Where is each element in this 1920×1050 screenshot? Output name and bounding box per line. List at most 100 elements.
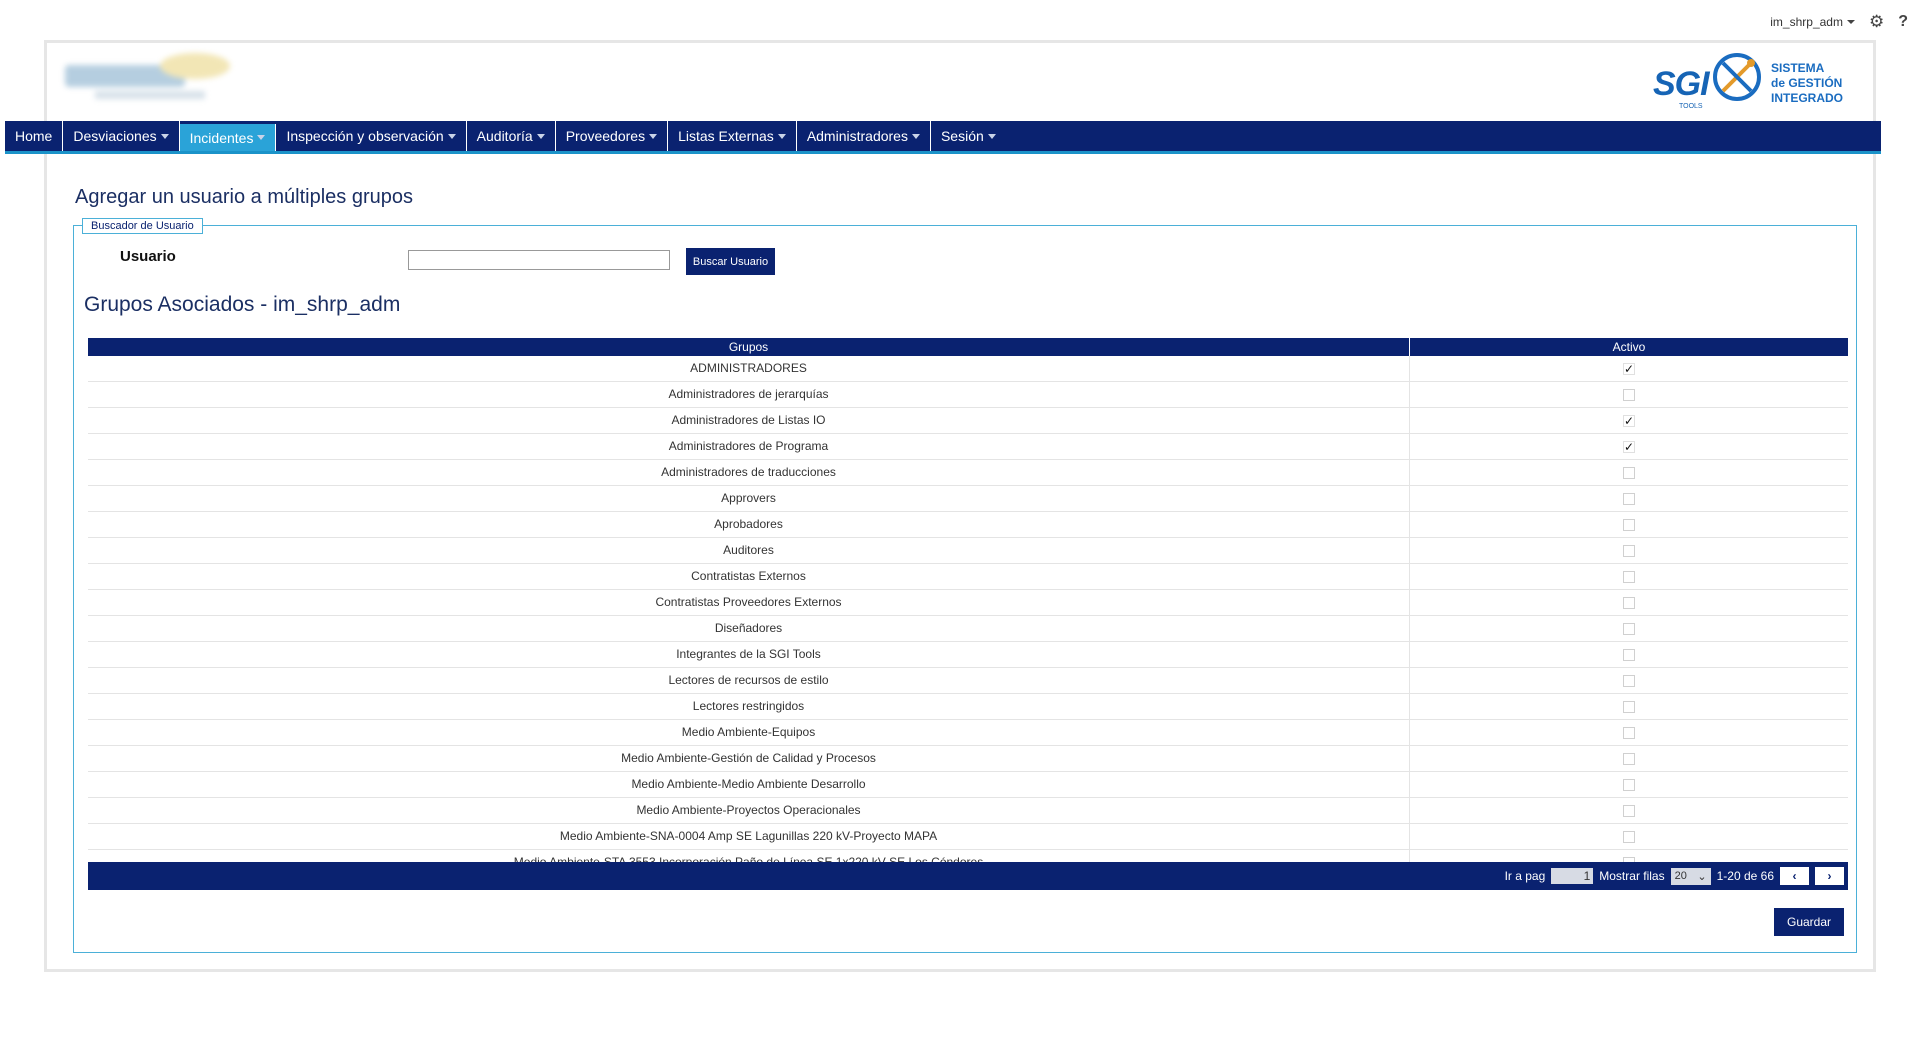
active-cell [1410,772,1848,797]
active-checkbox[interactable] [1623,700,1635,713]
nav-label: Proveedores [565,128,646,144]
active-checkbox[interactable] [1623,570,1635,583]
active-checkbox[interactable] [1623,648,1635,661]
table-row: Auditores [88,538,1848,564]
nav-home[interactable]: Home [5,121,64,151]
chevron-down-icon [911,133,920,139]
column-header-activo[interactable]: Activo [1410,338,1848,356]
table-row: Administradores de traducciones [88,460,1848,486]
company-logo [65,51,240,103]
group-name-cell: Contratistas Externos [88,564,1410,589]
nav-incidentes[interactable]: Incidentes [179,124,277,151]
group-name-cell: Contratistas Proveedores Externos [88,590,1410,615]
gear-icon[interactable]: ⚙ [1869,12,1884,32]
column-header-grupos[interactable]: Grupos [88,338,1410,356]
group-name-cell: Lectores de recursos de estilo [88,668,1410,693]
usuario-label: Usuario [120,248,176,265]
active-checkbox[interactable] [1623,388,1635,401]
active-checkbox[interactable]: ✓ [1623,440,1635,454]
goto-page-label: Ir a pag [1504,869,1546,883]
page-frame: SGI TOOLS SISTEMA de GESTIÓN INTEGRADO H… [5,40,1881,972]
group-name-cell: ADMINISTRADORES [88,356,1410,381]
group-name-cell: Administradores de Listas IO [88,408,1410,433]
nav-inspeccion[interactable]: Inspección y observación [276,121,467,151]
active-cell [1410,694,1848,719]
active-checkbox[interactable] [1623,674,1635,687]
sgi-logo-text: SGI [1653,65,1710,103]
active-cell [1410,720,1848,745]
table-row: Administradores de Programa ✓ [88,434,1848,460]
user-search-fieldset: Buscador de Usuario Usuario Buscar Usuar… [73,218,1857,953]
table-row: Integrantes de la SGI Tools [88,642,1848,668]
active-checkbox[interactable] [1623,518,1635,531]
active-checkbox[interactable] [1623,492,1635,505]
group-name-cell: Diseñadores [88,616,1410,641]
active-checkbox[interactable] [1623,596,1635,609]
active-cell: ✓ [1410,408,1848,433]
nav-label: Desviaciones [73,128,157,144]
active-cell [1410,564,1848,589]
table-row: Contratistas Proveedores Externos [88,590,1848,616]
sgi-subtitle-line: SISTEMA [1771,61,1825,75]
sgi-subtitle-line: de GESTIÓN [1771,76,1843,90]
active-cell [1410,538,1848,563]
sgi-subtitle-line: INTEGRADO [1771,91,1843,105]
main-nav: Home Desviaciones Incidentes Inspección … [5,121,1881,154]
rows-per-page-value: 20 [1674,870,1687,882]
active-checkbox[interactable] [1623,544,1635,557]
nav-label: Listas Externas [678,128,774,144]
active-checkbox[interactable] [1623,466,1635,479]
chevron-down-icon [160,133,169,139]
group-name-cell: Medio Ambiente-Medio Ambiente Desarrollo [88,772,1410,797]
rows-label: Mostrar filas [1599,869,1665,883]
chevron-down-icon [777,133,786,139]
table-row: Lectores de recursos de estilo [88,668,1848,694]
sgi-subtitle: SISTEMA de GESTIÓN INTEGRADO [1771,61,1843,106]
active-checkbox[interactable] [1623,804,1635,817]
chevron-down-icon [257,135,266,140]
goto-page-input[interactable] [1551,868,1594,884]
nav-administradores[interactable]: Administradores [797,121,931,151]
table-row: Medio Ambiente-SNA-0004 Amp SE Lagunilla… [88,824,1848,850]
table-row: Contratistas Externos [88,564,1848,590]
buscar-usuario-button[interactable]: Buscar Usuario [686,248,775,275]
table-row: Medio Ambiente-Equipos [88,720,1848,746]
usuario-input[interactable] [408,250,670,270]
next-page-button[interactable]: › [1815,867,1844,885]
guardar-button[interactable]: Guardar [1774,908,1844,936]
user-menu[interactable]: im_shrp_adm [1770,15,1855,29]
nav-label: Home [15,128,53,144]
nav-desviaciones[interactable]: Desviaciones [63,121,180,151]
groups-title: Grupos Asociados - im_shrp_adm [84,293,401,316]
active-checkbox[interactable]: ✓ [1623,414,1635,428]
help-icon[interactable]: ? [1898,13,1908,31]
nav-proveedores[interactable]: Proveedores [556,121,669,151]
page-range: 1-20 de 66 [1716,869,1774,883]
nav-auditoria[interactable]: Auditoría [467,121,556,151]
top-user-bar: im_shrp_adm ⚙ ? [1770,12,1908,32]
sgi-logo-tools: TOOLS [1679,103,1703,110]
active-cell [1410,746,1848,771]
nav-sesion[interactable]: Sesión [931,121,1006,151]
active-cell [1410,824,1848,849]
active-checkbox[interactable]: ✓ [1623,362,1635,376]
rows-per-page-select[interactable]: 20 ⌄ [1670,867,1711,885]
active-cell [1410,668,1848,693]
table-row: Administradores de jerarquías [88,382,1848,408]
active-checkbox[interactable] [1623,726,1635,739]
table-row: Medio Ambiente-Gestión de Calidad y Proc… [88,746,1848,772]
active-checkbox[interactable] [1623,752,1635,765]
table-row: Medio Ambiente-Medio Ambiente Desarrollo [88,772,1848,798]
active-checkbox[interactable] [1623,778,1635,791]
chevron-right-icon: › [1827,869,1832,883]
active-cell [1410,590,1848,615]
page-title: Agregar un usuario a múltiples grupos [75,186,413,208]
active-checkbox[interactable] [1623,830,1635,843]
table-row: Lectores restringidos [88,694,1848,720]
active-checkbox[interactable] [1623,622,1635,635]
group-name-cell: Medio Ambiente-SNA-0004 Amp SE Lagunilla… [88,824,1410,849]
nav-listas-externas[interactable]: Listas Externas [668,121,797,151]
table-row: Diseñadores [88,616,1848,642]
prev-page-button[interactable]: ‹ [1780,867,1809,885]
group-name-cell: Aprobadores [88,512,1410,537]
